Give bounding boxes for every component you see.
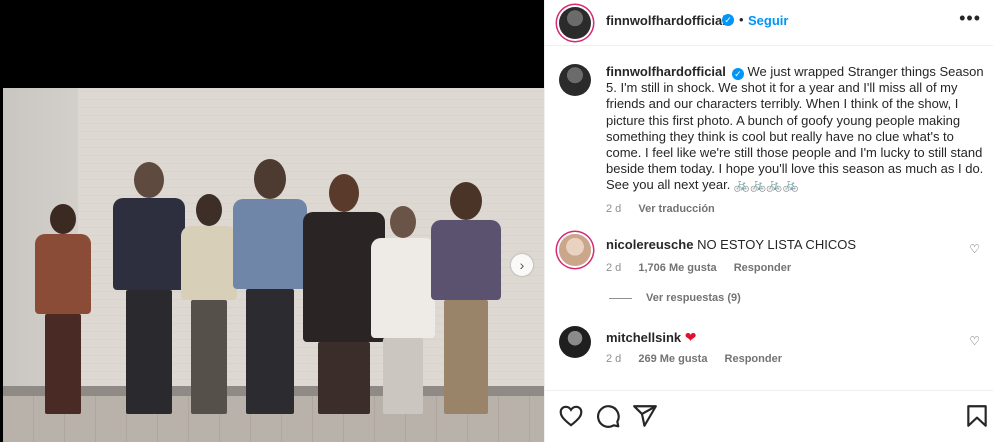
comment-body: NO ESTOY LISTA CHICOS [697, 237, 856, 252]
commenter-avatar[interactable] [559, 234, 591, 266]
comment-time: 2 d [606, 262, 622, 274]
author-avatar[interactable] [559, 7, 591, 39]
photo-person-4 [233, 159, 307, 414]
header-separator: • [739, 12, 744, 27]
comment-reply-button[interactable]: Responder [725, 353, 782, 365]
comment-reply-button[interactable]: Responder [734, 262, 791, 274]
photo-person-6 [371, 206, 435, 414]
comment-body: ❤ [684, 329, 697, 345]
caption-meta: 2 d Ver traducción [606, 203, 729, 215]
caption-avatar[interactable] [559, 64, 591, 96]
caption-body: We just wrapped Stranger things Season 5… [606, 64, 984, 193]
comment-text-line: nicolereusche NO ESTOY LISTA CHICOS [606, 237, 856, 252]
photo-person-7 [431, 182, 501, 414]
share-icon[interactable] [632, 403, 658, 429]
comment-like-heart-icon[interactable]: ♡ [969, 334, 980, 348]
photo-person-1 [35, 204, 91, 414]
comment-meta: 2 d 269 Me gusta Responder [606, 353, 796, 365]
follow-button[interactable]: Seguir [748, 13, 788, 28]
action-bar [545, 390, 993, 442]
comment-text-line: mitchellsink ❤ [606, 329, 697, 346]
replies-line [609, 297, 632, 299]
photo-person-2 [113, 162, 185, 414]
caption-time: 2 d [606, 203, 622, 215]
comment-likes[interactable]: 1,706 Me gusta [638, 262, 716, 274]
photo-person-3 [181, 194, 237, 414]
comment-time: 2 d [606, 353, 622, 365]
comment-username[interactable]: nicolereusche [606, 237, 693, 252]
author-username[interactable]: finnwolfhardofficial [606, 13, 726, 28]
post-photo[interactable] [3, 88, 544, 442]
view-replies-button[interactable]: Ver respuestas (9) [609, 292, 741, 304]
more-options-icon[interactable]: ••• [959, 8, 981, 29]
comment-meta: 2 d 1,706 Me gusta Responder [606, 262, 805, 274]
caption-text-block: finnwolfhardofficial ✓ We just wrapped St… [606, 64, 986, 194]
comment-like-heart-icon[interactable]: ♡ [969, 242, 980, 256]
comment-username[interactable]: mitchellsink [606, 330, 681, 345]
caption-username[interactable]: finnwolfhardofficial [606, 64, 726, 79]
post-side-panel: finnwolfhardofficial ✓ • Seguir ••• finn… [544, 0, 993, 442]
media-pane: › [0, 0, 544, 442]
verified-badge-icon: ✓ [731, 68, 744, 80]
post-header: finnwolfhardofficial ✓ • Seguir ••• [545, 0, 993, 46]
comment-icon[interactable] [595, 403, 621, 429]
heart-icon[interactable] [558, 403, 584, 429]
commenter-avatar[interactable] [559, 326, 591, 358]
carousel-next-icon[interactable]: › [511, 254, 533, 276]
bookmark-icon[interactable] [964, 403, 990, 429]
comment-likes[interactable]: 269 Me gusta [638, 353, 707, 365]
view-replies-label: Ver respuestas (9) [646, 292, 741, 304]
verified-badge-icon: ✓ [722, 14, 734, 26]
translate-link[interactable]: Ver traducción [638, 203, 714, 215]
